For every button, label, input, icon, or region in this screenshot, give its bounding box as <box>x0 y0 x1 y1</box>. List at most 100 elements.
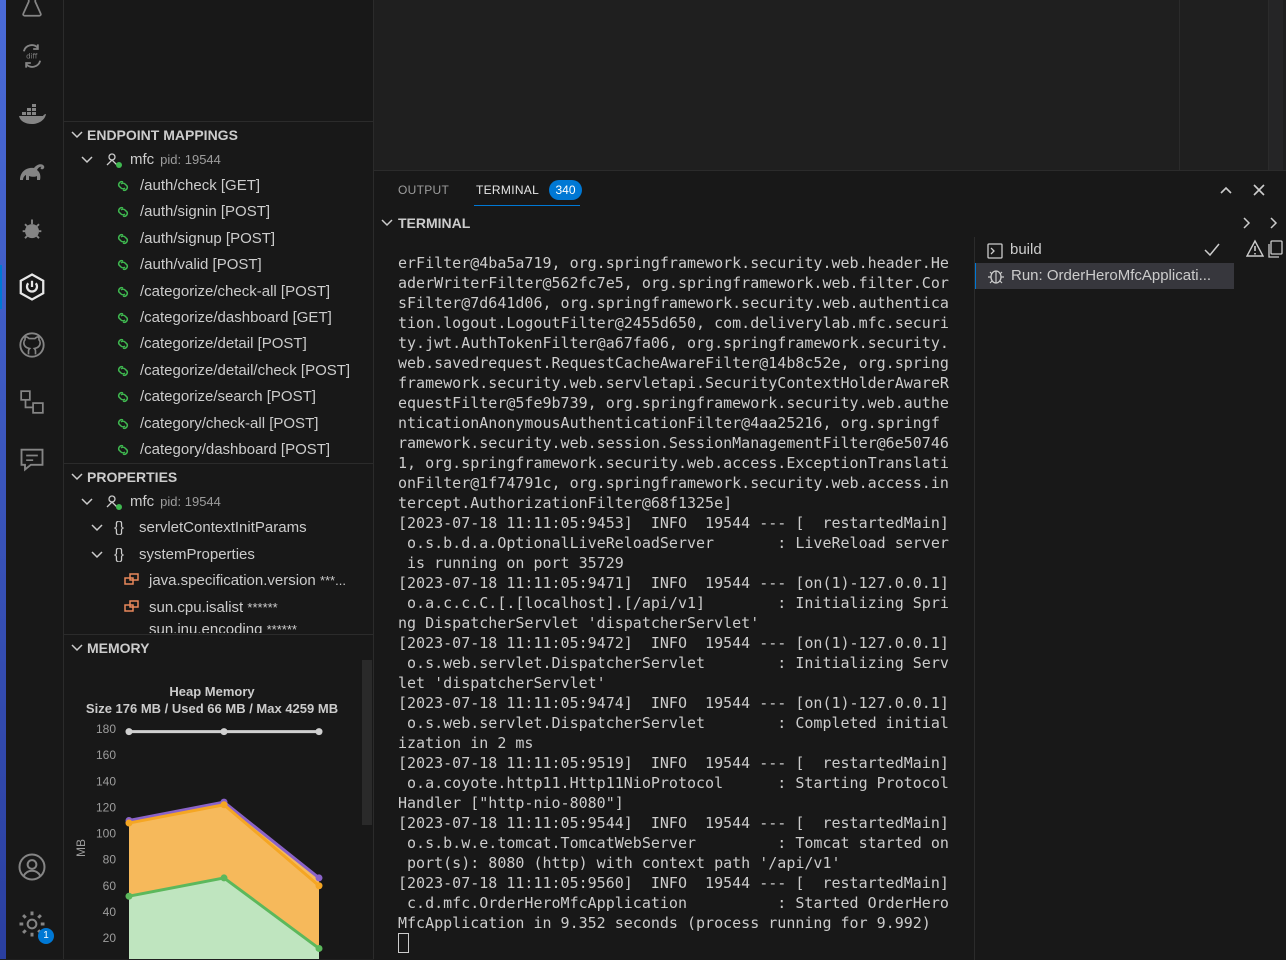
terminal-line: o.s.web.servlet.DispatcherServlet : Init… <box>398 654 949 672</box>
endpoint-row[interactable]: /auth/signup [POST] <box>64 226 373 252</box>
terminal-line: c.d.mfc.OrderHeroMfcApplication : Starte… <box>398 894 949 912</box>
endpoint-row[interactable]: /categorize/check-all [POST] <box>64 279 373 305</box>
y-tick-label: 40 <box>103 905 117 919</box>
terminal-label: build <box>1010 241 1042 258</box>
terminal-line: tercept.AuthorizationFilter@68f1325e] <box>398 494 733 512</box>
editor-area <box>374 0 1286 170</box>
properties-app-row[interactable]: mfc pid: 19544 <box>64 489 373 515</box>
section-title: PROPERTIES <box>87 469 178 485</box>
copy-icon[interactable] <box>1266 239 1284 263</box>
terminal-line: ty.jwt.AuthTokenFilter@a67fa06, org.spri… <box>398 334 949 352</box>
section-title: ENDPOINT MAPPINGS <box>87 127 238 143</box>
active-tab-indicator <box>474 205 580 206</box>
terminal-line: o.a.c.c.C.[.[localhost].[/api/v1] : Init… <box>398 594 949 612</box>
data-point <box>315 728 323 736</box>
group-label: systemProperties <box>139 546 255 563</box>
editor-scrollbar[interactable] <box>1268 0 1283 170</box>
y-tick-label: 60 <box>103 879 117 893</box>
account-icon[interactable] <box>14 849 50 885</box>
y-tick-label: 100 <box>96 827 116 841</box>
terminal-line: let 'dispatcherServlet' <box>398 674 606 692</box>
heap-memory-chart: Heap Memory Size 176 MB / Used 66 MB / Ma… <box>64 660 373 959</box>
terminal-cursor <box>398 933 409 953</box>
terminal-item-build[interactable]: build <box>975 237 1233 263</box>
y-tick-label: 160 <box>96 748 116 762</box>
property-name: sun.cpu.isalist <box>149 599 244 616</box>
terminal-item-run[interactable]: Run: OrderHeroMfcApplicati... <box>975 263 1234 289</box>
endpoint-label: /category/check-all [POST] <box>140 414 319 432</box>
active-indicator <box>0 265 2 309</box>
endpoint-label: /auth/signup [POST] <box>140 229 276 247</box>
terminal-label: Run: OrderHeroMfcApplicati... <box>1011 267 1212 284</box>
endpoint-row[interactable]: /auth/valid [POST] <box>64 252 373 278</box>
debug-icon[interactable] <box>14 212 50 248</box>
window-edge <box>0 0 6 959</box>
data-point <box>315 882 323 890</box>
property-item-row[interactable]: sun.cpu.isalist ****** <box>64 595 373 621</box>
endpoint-mappings-header[interactable]: ENDPOINT MAPPINGS <box>64 121 373 148</box>
activity-bar: diff 1 <box>0 0 64 959</box>
github-icon[interactable] <box>14 327 50 363</box>
terminal-icon <box>987 242 1003 263</box>
terminal-line: is running on port 35729 <box>398 554 624 572</box>
terminal-line: equestFilter@5fe9b739, org.springframewo… <box>398 394 949 412</box>
comments-icon[interactable] <box>14 441 50 477</box>
terminal-line: ization in 2 ms <box>398 734 534 752</box>
chart-title: Heap Memory <box>169 684 255 699</box>
check-icon <box>1203 241 1221 263</box>
y-tick-label: 80 <box>103 853 117 867</box>
app-pid: pid: 19544 <box>160 494 221 509</box>
property-name: java.specification.version <box>149 572 316 589</box>
y-tick-label: 20 <box>103 931 117 945</box>
editor-ruler <box>1179 0 1180 170</box>
close-panel-icon[interactable] <box>1249 180 1269 200</box>
spring-boot-icon[interactable] <box>14 269 50 305</box>
app-name: mfc <box>130 151 155 168</box>
terminal-section-header[interactable]: TERMINAL <box>374 210 1286 236</box>
endpoint-row[interactable]: /category/check-all [POST] <box>64 411 373 437</box>
endpoint-row[interactable]: /auth/check [GET] <box>64 173 373 199</box>
docker-icon[interactable] <box>14 96 50 132</box>
warning-icon[interactable] <box>1245 239 1265 263</box>
tab-terminal[interactable]: TERMINAL <box>476 171 539 209</box>
endpoint-row[interactable]: /categorize/search [POST] <box>64 384 373 410</box>
terminal-line: web.savedrequest.RequestCacheAwareFilter… <box>398 354 949 372</box>
terminal-line: tion.logout.LogoutFilter@2455d650, com.d… <box>398 314 949 332</box>
endpoint-row[interactable]: /categorize/detail/check [POST] <box>64 358 373 384</box>
testing-icon[interactable] <box>14 0 50 24</box>
data-point <box>220 801 228 809</box>
endpoint-row[interactable]: /category/dashboard [POST] <box>64 437 373 463</box>
terminal-line: nticationAnonymousAuthenticationFilter@4… <box>398 414 940 432</box>
properties-header[interactable]: PROPERTIES <box>64 463 373 490</box>
terminal-line: erFilter@4ba5a719, org.springframework.s… <box>398 254 949 272</box>
endpoint-row[interactable]: /categorize/dashboard [GET] <box>64 305 373 331</box>
gradle-icon[interactable] <box>14 154 50 190</box>
y-tick-label: 180 <box>96 722 116 736</box>
braces-icon: {} <box>114 546 125 563</box>
braces-icon: {} <box>114 519 125 536</box>
property-name: sun.jnu.encoding <box>149 621 263 633</box>
endpoint-label: /auth/check [GET] <box>140 177 261 194</box>
terminal-title: TERMINAL <box>398 215 471 231</box>
property-group-row[interactable]: {} systemProperties <box>64 542 373 568</box>
endpoint-label: /categorize/search [POST] <box>140 388 316 406</box>
endpoint-row[interactable]: /categorize/detail [POST] <box>64 331 373 357</box>
endpoint-app-row[interactable]: mfc pid: 19544 <box>64 147 373 173</box>
app-name: mfc <box>130 493 155 510</box>
terminal-line: ng DispatcherServlet 'dispatcherServlet' <box>398 614 760 632</box>
memory-header[interactable]: MEMORY <box>64 634 373 661</box>
terminal-line: [2023-07-18 11:11:05:9474] INFO 19544 --… <box>398 694 949 712</box>
remote-explorer-icon[interactable] <box>14 384 50 420</box>
endpoint-label: /categorize/check-all [POST] <box>140 282 331 300</box>
diff-icon[interactable]: diff <box>14 38 50 74</box>
property-item-row[interactable]: sun.jnu.encoding ****** <box>64 621 373 633</box>
tab-output[interactable]: OUTPUT <box>398 171 449 209</box>
terminal-line: [2023-07-18 11:11:05:9560] INFO 19544 --… <box>398 874 949 892</box>
data-point <box>125 892 133 900</box>
maximize-panel-icon[interactable] <box>1216 180 1236 200</box>
memory-scrollbar[interactable] <box>362 660 372 825</box>
terminal-output[interactable]: erFilter@4ba5a719, org.springframework.s… <box>398 253 958 953</box>
property-group-row[interactable]: {} servletContextInitParams <box>64 515 373 541</box>
endpoint-row[interactable]: /auth/signin [POST] <box>64 199 373 225</box>
property-item-row[interactable]: java.specification.version ***... <box>64 568 373 594</box>
